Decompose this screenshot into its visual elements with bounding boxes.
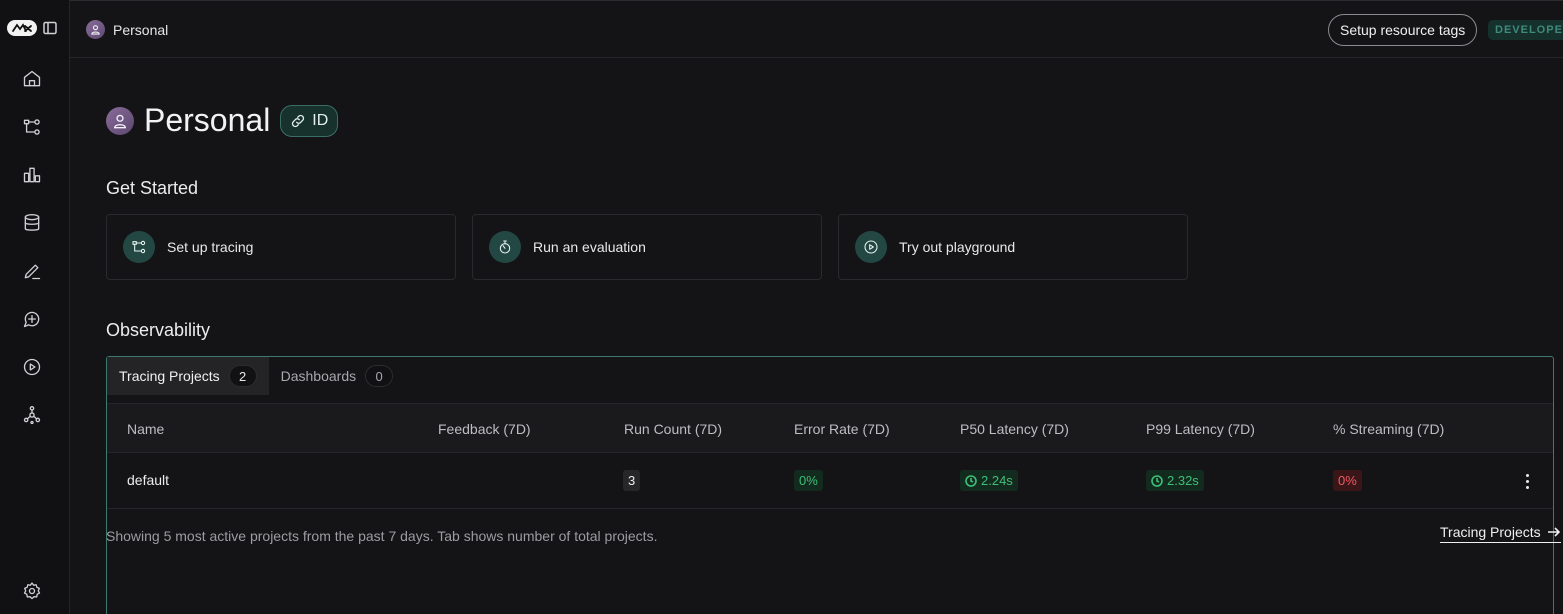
workspace-avatar-icon xyxy=(106,106,134,135)
top-bar: Personal Setup resource tags DEVELOPER xyxy=(70,0,1563,58)
column-header[interactable]: Error Rate (7D) xyxy=(794,421,890,437)
logo-row xyxy=(7,20,57,36)
card-label: Set up tracing xyxy=(167,239,254,255)
observability-title: Observability xyxy=(106,320,211,340)
tab-count: 2 xyxy=(228,365,257,387)
plan-badge: DEVELOPER xyxy=(1488,20,1563,40)
sidebar-toggle-icon[interactable] xyxy=(43,21,57,35)
tab-tracing-projects[interactable]: Tracing Projects 2 xyxy=(107,357,269,395)
tab-label: Dashboards xyxy=(280,368,357,384)
setup-resource-tags-button[interactable]: Setup resource tags xyxy=(1328,14,1478,46)
langsmith-logo[interactable] xyxy=(7,20,37,36)
arrow-right-icon xyxy=(1547,527,1560,537)
column-header[interactable]: Run Count (7D) xyxy=(624,421,722,437)
column-header[interactable]: Name xyxy=(127,421,164,437)
table-header: Name Feedback (7D) Run Count (7D) Error … xyxy=(107,403,1553,453)
id-chip-label: ID xyxy=(312,111,329,129)
observability-panel: Tracing Projects 2 Dashboards 0 Name Fee… xyxy=(106,356,1554,614)
run-evaluation-card[interactable]: Run an evaluation xyxy=(472,214,822,280)
run-count-badge: 3 xyxy=(623,470,641,491)
tracing-projects-link-label: Tracing Projects xyxy=(1440,524,1541,540)
tab-label: Tracing Projects xyxy=(119,368,220,384)
tracing-icon xyxy=(123,231,155,263)
p50-latency-badge: 2.24s xyxy=(960,470,1018,491)
link-icon xyxy=(292,114,305,127)
column-header[interactable]: Feedback (7D) xyxy=(438,421,531,437)
breadcrumb[interactable]: Personal xyxy=(86,20,168,39)
deployments-icon[interactable] xyxy=(20,403,44,427)
tab-count: 0 xyxy=(365,365,394,387)
projects-table: Name Feedback (7D) Run Count (7D) Error … xyxy=(107,403,1553,509)
column-header[interactable]: P99 Latency (7D) xyxy=(1146,421,1255,437)
bar-chart-icon[interactable] xyxy=(20,163,44,187)
tracing-projects-link[interactable]: Tracing Projects xyxy=(1440,524,1561,543)
home-icon[interactable] xyxy=(20,67,44,91)
streaming-badge: 0% xyxy=(1333,470,1362,491)
stopwatch-icon xyxy=(489,231,521,263)
p99-latency-value: 2.32s xyxy=(1167,473,1199,488)
clock-icon xyxy=(1151,474,1163,487)
projects-footer-note: Showing 5 most active projects from the … xyxy=(106,528,658,544)
database-icon[interactable] xyxy=(20,211,44,235)
column-header[interactable]: P50 Latency (7D) xyxy=(960,421,1069,437)
clock-icon xyxy=(965,474,977,487)
table-row[interactable]: default 3 0% 2.24s 2.32s 0% xyxy=(107,453,1553,509)
project-name[interactable]: default xyxy=(127,472,169,488)
p50-latency-value: 2.24s xyxy=(981,473,1013,488)
play-circle-icon[interactable] xyxy=(20,355,44,379)
pen-icon[interactable] xyxy=(20,259,44,283)
settings-icon[interactable] xyxy=(20,579,44,603)
card-label: Try out playground xyxy=(899,239,1016,255)
copy-id-button[interactable]: ID xyxy=(280,104,339,137)
chat-plus-icon[interactable] xyxy=(20,307,44,331)
setup-tracing-card[interactable]: Set up tracing xyxy=(106,214,456,280)
tracing-icon[interactable] xyxy=(20,115,44,139)
observability-tabs: Tracing Projects 2 Dashboards 0 xyxy=(107,357,405,395)
get-started-title: Get Started xyxy=(106,178,199,198)
tab-dashboards[interactable]: Dashboards 0 xyxy=(269,357,406,395)
p99-latency-badge: 2.32s xyxy=(1146,470,1204,491)
row-actions-icon[interactable] xyxy=(1517,470,1537,492)
breadcrumb-label: Personal xyxy=(113,21,169,38)
workspace-header: Personal ID xyxy=(106,102,339,139)
page-title: Personal xyxy=(144,102,271,138)
play-circle-icon xyxy=(855,231,887,263)
column-header[interactable]: % Streaming (7D) xyxy=(1333,421,1444,437)
try-playground-card[interactable]: Try out playground xyxy=(838,214,1188,280)
sidebar xyxy=(0,0,70,614)
workspace-avatar-icon xyxy=(86,20,105,39)
error-rate-badge: 0% xyxy=(794,470,823,491)
card-label: Run an evaluation xyxy=(533,239,646,255)
